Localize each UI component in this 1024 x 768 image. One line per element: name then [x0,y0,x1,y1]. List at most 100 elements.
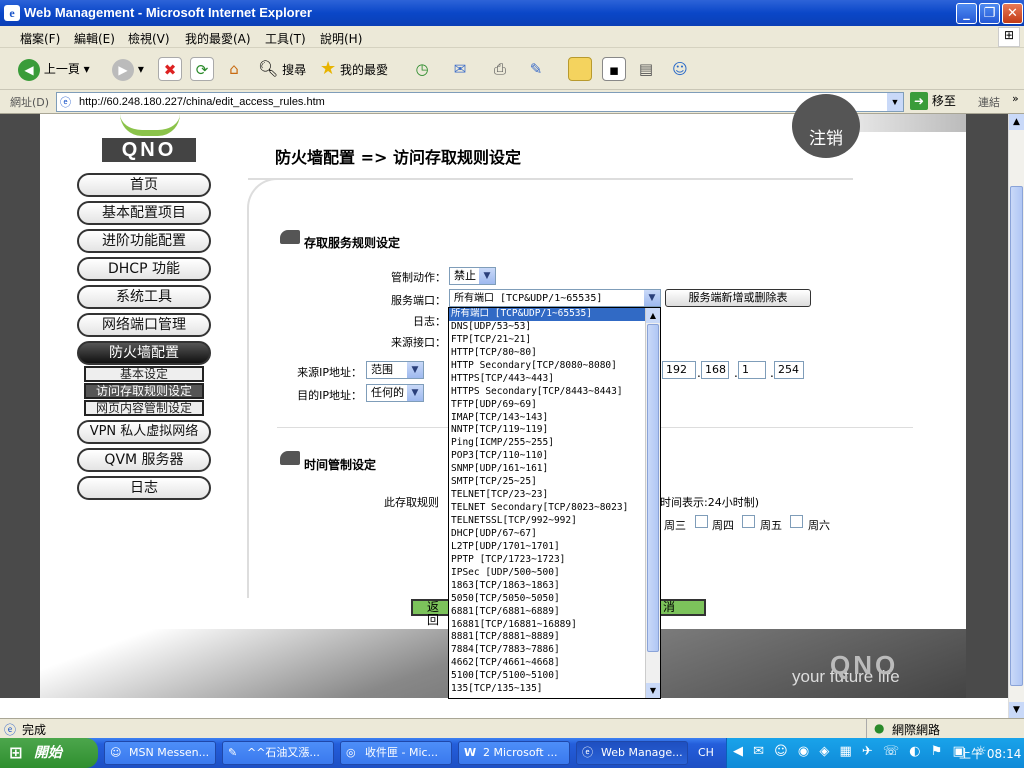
task-inbox[interactable]: ◎ 收件匣 - Mic... [340,741,452,765]
dest-ip-select[interactable]: 任何的 ▼ [366,384,424,402]
search-button[interactable]: 🔍︎ 搜尋 [258,57,306,81]
service-select[interactable]: 所有端口 [TCP&UDP/1~65535] ▼ [449,289,661,307]
dropdown-option[interactable]: TFTP[UDP/69~69] [449,399,646,412]
forward-button[interactable]: ▶ ▾ [112,57,144,81]
service-manage-button[interactable]: 服务端新增或删除表 [665,289,811,307]
dropdown-option[interactable]: 8881[TCP/8881~8889] [449,631,646,644]
scroll-up-icon[interactable]: ▲ [646,308,660,323]
logout-button[interactable]: 注销 [792,94,860,158]
dropdown-option[interactable]: SNMP[UDP/161~161] [449,463,646,476]
ip-octet-1[interactable]: 192 [662,361,696,379]
dropdown-option[interactable]: 所有端口 [TCP&UDP/1~65535] [449,308,646,321]
nav-vpn[interactable]: VPN 私人虚拟网络 [77,420,211,444]
dropdown-option[interactable]: TELNET Secondary[TCP/8023~8023] [449,502,646,515]
messenger-icon[interactable]: ☺ [668,57,692,81]
dropdown-option[interactable]: POP3[TCP/110~110] [449,450,646,463]
mail-icon[interactable]: ✉ [448,57,472,81]
dropdown-option[interactable]: Ping[ICMP/255~255] [449,437,646,450]
source-ip-select[interactable]: 范围 ▼ [366,361,424,379]
dropdown-option[interactable]: IMAP[TCP/143~143] [449,412,646,425]
nav-qvm-server[interactable]: QVM 服务器 [77,448,211,472]
tray-icons[interactable]: ◀ ✉ ☺ ◉ ◈ ▦ ✈ ☏ ◐ ⚑ ▣ ☼ [733,744,990,759]
address-dropdown-icon[interactable]: ▼ [887,93,903,111]
dropdown-option[interactable]: NNTP[TCP/119~119] [449,424,646,437]
ip-octet-2[interactable]: 168 [701,361,729,379]
dropdown-option[interactable]: PPTP [TCP/1723~1723] [449,554,646,567]
dropdown-option[interactable]: HTTP Secondary[TCP/8080~8080] [449,360,646,373]
scroll-up-icon[interactable]: ▲ [1009,114,1024,130]
task-msn[interactable]: ☺ MSN Messen... [104,741,216,765]
dropdown-scrollbar[interactable]: ▲ ▼ [645,308,660,698]
scroll-down-icon[interactable]: ▼ [646,683,660,698]
nav-dhcp[interactable]: DHCP 功能 [77,257,211,281]
dropdown-option[interactable]: 6881[TCP/6881~6889] [449,606,646,619]
stop-icon[interactable]: ✖ [158,57,182,81]
ip-octet-3[interactable]: 1 [738,361,766,379]
task-oil[interactable]: ✎ ^^石油又漲... [222,741,334,765]
subnav-content-filter[interactable]: 网页内容管制设定 [84,400,204,416]
dropdown-option[interactable]: HTTPS Secondary[TCP/8443~8443] [449,386,646,399]
dropdown-option[interactable]: 5100[TCP/5100~5100] [449,670,646,683]
dropdown-option[interactable]: 7884[TCP/7883~7886] [449,644,646,657]
subnav-basic-settings[interactable]: 基本设定 [84,366,204,382]
task-word[interactable]: W 2 Microsoft ... [458,741,570,765]
start-button[interactable]: ⊞ 開始 [0,738,98,768]
nav-log[interactable]: 日志 [77,476,211,500]
dropdown-option[interactable]: 135[TCP/135~135] [449,683,646,696]
menu-favorites[interactable]: 我的最愛(A) [185,30,251,47]
day-checkbox[interactable] [790,515,803,528]
page-scrollbar[interactable]: ▲ ▼ [1008,114,1024,718]
favorites-button[interactable]: ★ 我的最愛 [320,57,388,81]
history-icon[interactable]: ◷ [410,57,434,81]
dropdown-option[interactable]: TELNETSSL[TCP/992~992] [449,515,646,528]
back-form-button[interactable]: 返回 [411,599,451,627]
go-button[interactable]: ➜ 移至 [910,92,956,110]
cancel-button[interactable]: 消 [658,599,706,616]
dropdown-option[interactable]: TELNET[TCP/23~23] [449,489,646,502]
ip-octet-4[interactable]: 254 [774,361,804,379]
refresh-icon[interactable]: ⟳ [190,57,214,81]
scroll-down-icon[interactable]: ▼ [1009,702,1024,718]
dropdown-option[interactable]: 4662[TCP/4661~4668] [449,657,646,670]
menu-view[interactable]: 檢視(V) [128,30,170,47]
dropdown-scroll-thumb[interactable] [647,324,659,652]
title-bar[interactable]: e Web Management - Microsoft Internet Ex… [0,0,1024,26]
edit-icon[interactable]: ✎ [524,57,548,81]
home-icon[interactable]: ⌂ [222,57,246,81]
notes-icon[interactable] [568,57,592,81]
back-button[interactable]: ◀ 上一頁 ▾ [18,57,90,81]
menu-tools[interactable]: 工具(T) [265,30,306,47]
subnav-access-rules[interactable]: 访问存取规则设定 [84,383,204,399]
media-icon[interactable]: ▤ [634,57,658,81]
menu-file[interactable]: 檔案(F) [20,30,60,47]
dropdown-option[interactable]: HTTP[TCP/80~80] [449,347,646,360]
dropdown-option[interactable]: 5050[TCP/5050~5050] [449,593,646,606]
dropdown-option[interactable]: DHCP[UDP/67~67] [449,528,646,541]
dropdown-option[interactable]: FTP[TCP/21~21] [449,334,646,347]
nav-home[interactable]: 首页 [77,173,211,197]
links-chevron-icon[interactable]: » [1012,92,1019,105]
dropdown-option[interactable]: IPSec [UDP/500~500] [449,567,646,580]
links-label[interactable]: 連結 [978,94,1000,110]
dropdown-option[interactable]: L2TP[UDP/1701~1701] [449,541,646,554]
menu-help[interactable]: 說明(H) [320,30,362,47]
nav-firewall[interactable]: 防火墙配置 [77,341,211,365]
task-web-management[interactable]: ⓔ Web Manage... [576,741,688,765]
dropdown-option[interactable]: 16881[TCP/16881~16889] [449,619,646,632]
dropdown-option[interactable]: 1863[TCP/1863~1863] [449,580,646,593]
address-input[interactable]: ⓔ http://60.248.180.227/china/edit_acces… [56,92,904,112]
research-icon[interactable]: ▪ [602,57,626,81]
nav-advanced-config[interactable]: 进阶功能配置 [77,229,211,253]
maximize-button[interactable]: ❐ [979,3,1000,24]
nav-port-management[interactable]: 网络端口管理 [77,313,211,337]
scroll-thumb[interactable] [1010,186,1023,686]
language-indicator[interactable]: CH [698,746,714,759]
nav-system-tools[interactable]: 系统工具 [77,285,211,309]
day-checkbox[interactable] [742,515,755,528]
nav-basic-config[interactable]: 基本配置项目 [77,201,211,225]
dropdown-option[interactable]: HTTPS[TCP/443~443] [449,373,646,386]
dropdown-option[interactable]: DNS[UDP/53~53] [449,321,646,334]
print-icon[interactable]: ⎙ [488,57,512,81]
dropdown-option[interactable]: SMTP[TCP/25~25] [449,476,646,489]
menu-edit[interactable]: 編輯(E) [74,30,115,47]
